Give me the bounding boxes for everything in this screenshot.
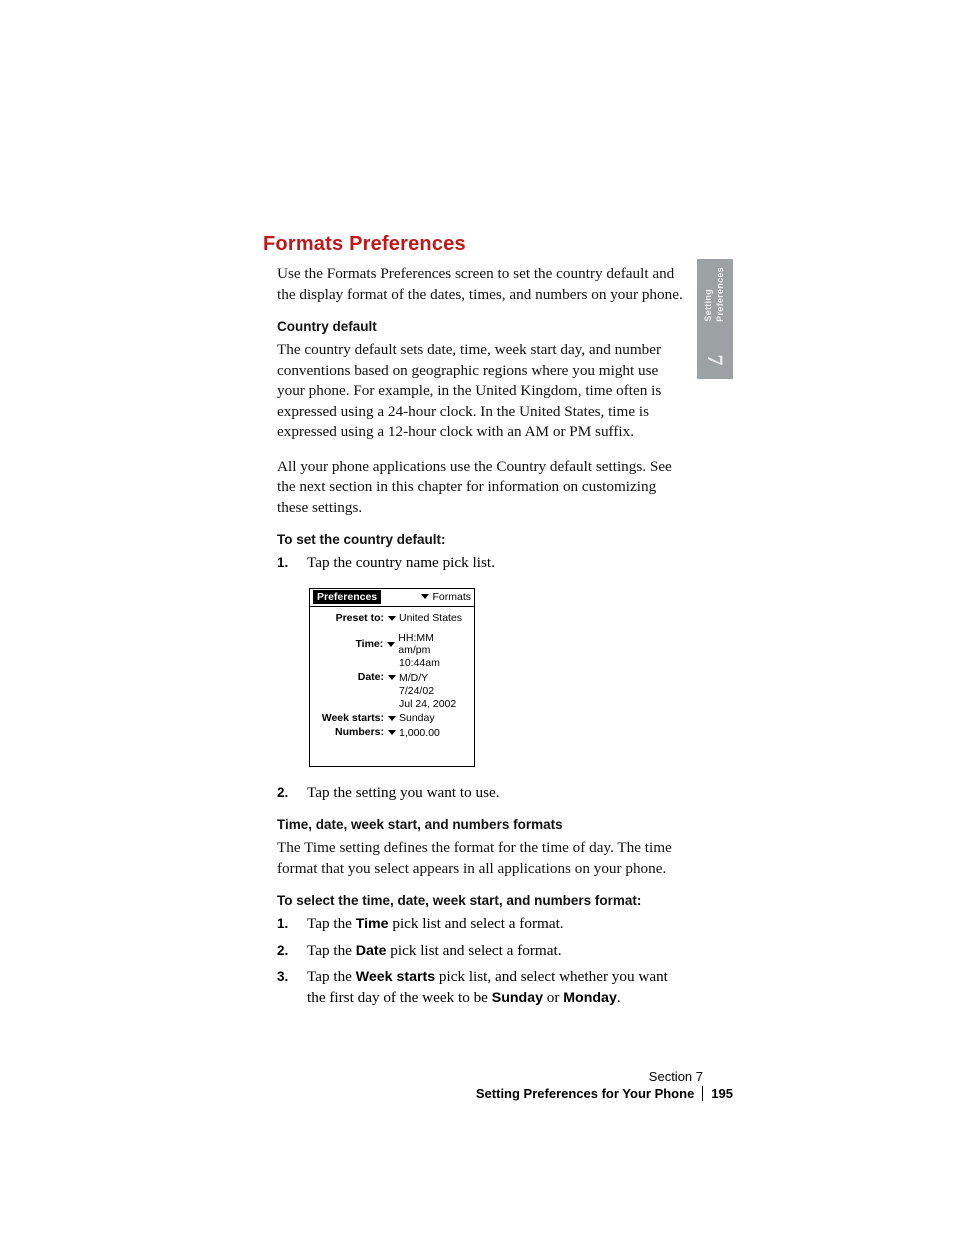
palm-date-picker: M/D/Y xyxy=(388,672,428,684)
country-paragraph-1: The country default sets date, time, wee… xyxy=(277,340,683,443)
palm-preferences-screenshot: Preferences Formats Preset to: United St… xyxy=(309,588,475,767)
steps-set-country-cont: Tap the setting you want to use. xyxy=(277,783,683,804)
page-footer: Section 7 Setting Preferences for Your P… xyxy=(476,1069,733,1101)
footer-page-number: 195 xyxy=(703,1086,733,1101)
palm-titlebar: Preferences Formats xyxy=(310,589,474,607)
palm-date-example-1: 7/24/02 xyxy=(399,685,468,698)
palm-title: Preferences xyxy=(313,590,381,604)
palm-row-time: Time: HH:MM am/pm xyxy=(316,631,468,657)
palm-date-example-2: Jul 24, 2002 xyxy=(399,698,468,711)
palm-category-picker: Formats xyxy=(421,591,471,603)
chapter-thumb-tab: Setting Preferences 7 xyxy=(697,259,733,379)
palm-time-example: 10:44am xyxy=(399,657,468,670)
palm-row-numbers: Numbers: 1,000.00 xyxy=(316,725,468,740)
footer-chapter-title: Setting Preferences for Your Phone xyxy=(476,1086,703,1101)
intro-paragraph: Use the Formats Preferences screen to se… xyxy=(277,264,683,305)
subhead-country-default: Country default xyxy=(277,319,683,334)
palm-time-picker: HH:MM am/pm xyxy=(387,632,468,656)
steps-select-format: Tap the Time pick list and select a form… xyxy=(277,914,683,1008)
steps-set-country: Tap the country name pick list. xyxy=(277,553,683,574)
dropdown-triangle-icon xyxy=(421,594,429,599)
dropdown-triangle-icon xyxy=(388,716,396,721)
dropdown-triangle-icon xyxy=(387,642,395,647)
palm-row-week: Week starts: Sunday xyxy=(316,711,468,726)
dropdown-triangle-icon xyxy=(388,675,396,680)
step-item: Tap the country name pick list. xyxy=(277,553,683,574)
formats-paragraph: The Time setting defines the format for … xyxy=(277,838,683,879)
subhead-select-format: To select the time, date, week start, an… xyxy=(277,893,683,908)
step-item: Tap the Time pick list and select a form… xyxy=(277,914,683,935)
palm-numbers-picker: 1,000.00 xyxy=(388,727,440,739)
subhead-set-country: To set the country default: xyxy=(277,532,683,547)
palm-preset-picker: United States xyxy=(388,612,462,624)
section-heading: Formats Preferences xyxy=(263,233,683,256)
chapter-tab-number: 7 xyxy=(702,342,728,378)
step-item: Tap the Date pick list and select a form… xyxy=(277,941,683,962)
country-paragraph-2: All your phone applications use the Coun… xyxy=(277,457,683,519)
dropdown-triangle-icon xyxy=(388,730,396,735)
palm-week-picker: Sunday xyxy=(388,712,435,724)
subhead-formats: Time, date, week start, and numbers form… xyxy=(277,817,683,832)
step-item: Tap the Week starts pick list, and selec… xyxy=(277,967,683,1008)
dropdown-triangle-icon xyxy=(388,616,396,621)
palm-row-date: Date: M/D/Y xyxy=(316,670,468,685)
step-item: Tap the setting you want to use. xyxy=(277,783,683,804)
palm-row-preset: Preset to: United States xyxy=(316,611,468,626)
chapter-tab-label: Setting Preferences xyxy=(699,267,731,324)
footer-section: Section 7 xyxy=(476,1069,733,1084)
